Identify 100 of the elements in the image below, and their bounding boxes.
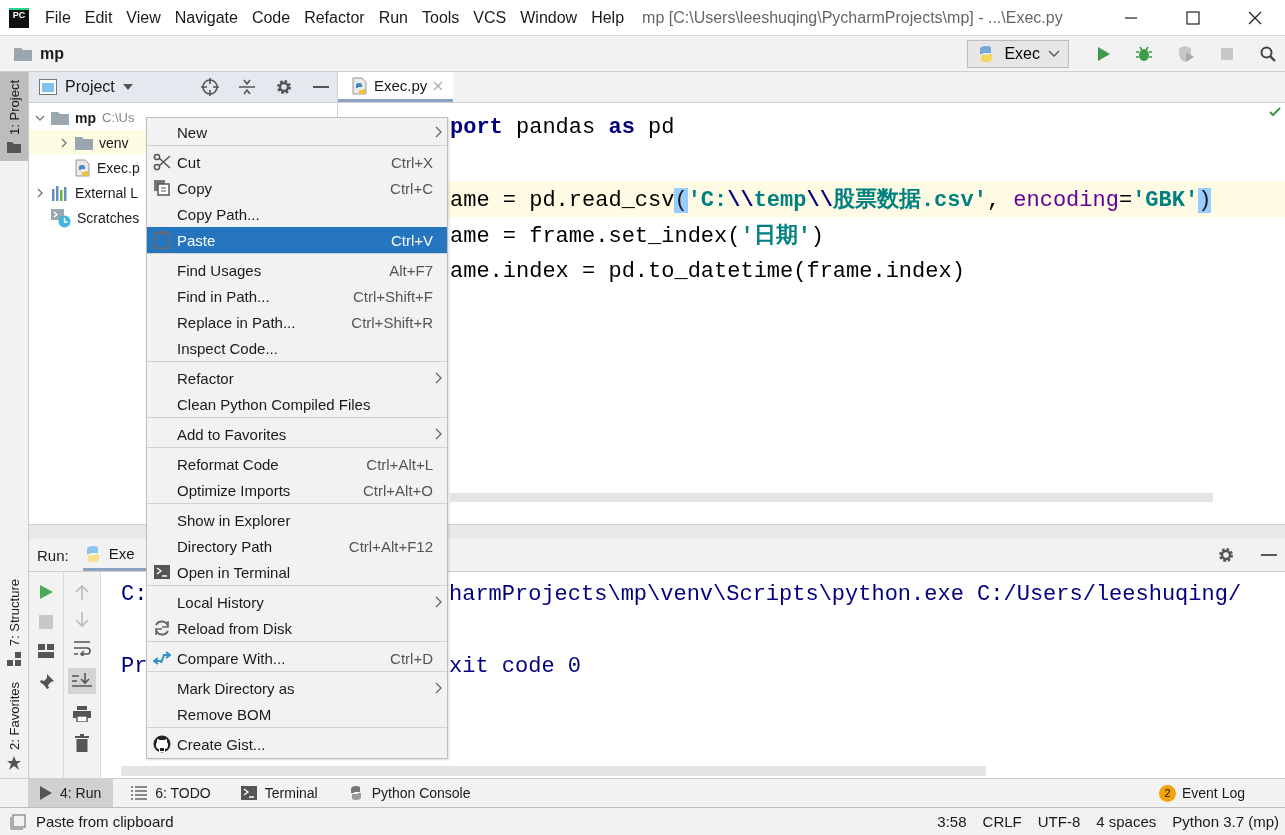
trash-icon[interactable] xyxy=(75,734,89,752)
close-icon[interactable] xyxy=(1247,9,1263,26)
status-item[interactable]: CRLF xyxy=(982,813,1022,830)
notification-badge: 2 xyxy=(1158,784,1176,802)
python-file-icon xyxy=(352,76,368,95)
terminal-icon xyxy=(240,786,257,800)
menu-item[interactable]: Find Usages Alt+F7 xyxy=(147,257,447,283)
check-icon xyxy=(1269,107,1281,117)
menu-item[interactable]: Navigate xyxy=(174,8,238,27)
status-item[interactable]: UTF-8 xyxy=(1037,813,1081,830)
star-icon xyxy=(7,756,21,770)
app-logo: PC xyxy=(9,7,29,28)
minimize-icon[interactable] xyxy=(313,85,329,89)
status-item[interactable]: 3:58 xyxy=(937,813,967,830)
folder-icon xyxy=(14,46,32,61)
chevron-icon[interactable] xyxy=(35,187,45,198)
menu-item[interactable]: Code xyxy=(251,8,291,27)
console-text: C: xyxy=(121,581,148,607)
menu-item[interactable]: Run xyxy=(378,8,408,27)
run-label: Run: xyxy=(37,546,69,564)
console-text: xit code 0 xyxy=(449,653,582,679)
menu-item[interactable]: New xyxy=(147,119,447,145)
collapse-icon[interactable] xyxy=(239,79,255,95)
run-icon[interactable] xyxy=(1095,45,1111,62)
event-log-button[interactable]: Event Log xyxy=(1181,785,1245,801)
scrollbar[interactable] xyxy=(450,493,1213,502)
status-item[interactable]: Python 3.7 (mp) xyxy=(1172,813,1279,830)
tree-item[interactable]: mp xyxy=(75,109,96,126)
settings-icon[interactable] xyxy=(275,78,293,96)
search-icon[interactable] xyxy=(1259,44,1277,63)
list-icon xyxy=(131,786,148,800)
minimize-icon[interactable] xyxy=(1261,553,1277,557)
rerun-icon[interactable] xyxy=(38,584,54,600)
run-config-dropdown[interactable]: Exec xyxy=(967,39,1069,68)
reload-icon xyxy=(153,619,171,637)
menu-item[interactable]: Copy Path... xyxy=(147,201,447,227)
menu-item[interactable]: View xyxy=(126,8,161,27)
editor-tab[interactable]: Exec.py xyxy=(338,72,454,102)
structure-icon xyxy=(7,652,21,667)
menu-item[interactable]: Edit xyxy=(84,8,113,27)
menu-item[interactable]: Reformat Code Ctrl+Alt+L xyxy=(147,451,447,477)
tree-item[interactable]: External L xyxy=(75,184,139,201)
tool-window-tab[interactable]: 7: Structure xyxy=(0,570,28,675)
tool-window-tab[interactable]: 1: Project xyxy=(0,72,28,161)
menu-item[interactable]: Window xyxy=(520,8,578,27)
python-file-icon xyxy=(75,158,91,177)
menu-item[interactable]: Optimize Imports Ctrl+Alt+O xyxy=(147,477,447,503)
tool-window-tab[interactable]: Terminal xyxy=(228,779,330,807)
tool-window-tab[interactable]: 4: Run xyxy=(28,779,114,807)
menu-item[interactable]: Create Gist... xyxy=(147,731,447,757)
compare-icon xyxy=(153,649,171,667)
panel-title[interactable]: Project xyxy=(65,78,115,96)
chevron-icon[interactable] xyxy=(59,137,69,148)
menu-item[interactable]: Inspect Code... xyxy=(147,335,447,361)
folder-icon xyxy=(75,135,93,150)
pin-icon[interactable] xyxy=(37,673,55,691)
folder-path: C:\Us xyxy=(102,110,135,125)
tree-item[interactable]: Exec.p xyxy=(97,159,140,176)
scrollbar[interactable] xyxy=(121,766,986,776)
menu-item[interactable]: Reload from Disk xyxy=(147,615,447,641)
menu-item[interactable]: Show in Explorer xyxy=(147,507,447,533)
menu-item[interactable]: File xyxy=(45,8,71,27)
menu-item[interactable]: Refactor xyxy=(304,8,365,27)
menu-item[interactable]: Mark Directory as xyxy=(147,675,447,701)
caret-icon[interactable] xyxy=(122,84,133,90)
scroll-to-end-icon[interactable] xyxy=(68,668,96,694)
tool-window-tab[interactable]: 2: Favorites xyxy=(0,674,28,778)
settings-icon[interactable] xyxy=(1217,546,1235,564)
play-icon xyxy=(40,786,52,800)
menu-item[interactable]: Help xyxy=(591,8,625,27)
status-message: Paste from clipboard xyxy=(36,813,174,830)
status-item[interactable]: 4 spaces xyxy=(1096,813,1157,830)
tree-item[interactable]: venv xyxy=(99,134,129,151)
folder-icon xyxy=(7,140,21,153)
wrap-icon[interactable] xyxy=(73,640,91,656)
menu-item[interactable]: Find in Path... Ctrl+Shift+F xyxy=(147,283,447,309)
menu-item[interactable]: Refactor xyxy=(147,365,447,391)
menu-item[interactable]: Replace in Path... Ctrl+Shift+R xyxy=(147,309,447,335)
menu-item[interactable]: Cut Ctrl+X xyxy=(147,149,447,175)
menu-item[interactable]: Compare With... Ctrl+D xyxy=(147,645,447,671)
status-icon xyxy=(10,813,26,830)
menu-item[interactable]: Tools xyxy=(422,8,460,27)
breadcrumb[interactable]: mp xyxy=(40,44,64,63)
layout-icon[interactable] xyxy=(38,644,54,658)
menu-item[interactable]: Local History xyxy=(147,589,447,615)
menu-item[interactable]: Copy Ctrl+C xyxy=(147,175,447,201)
menu-item[interactable]: Remove BOM xyxy=(147,701,447,727)
tool-window-tab[interactable]: Python Console xyxy=(335,779,483,807)
tree-item[interactable]: Scratches xyxy=(77,209,140,226)
maximize-icon[interactable] xyxy=(1185,9,1201,26)
tool-window-tab[interactable]: 6: TODO xyxy=(119,779,223,807)
menu-item[interactable]: Add to Favorites xyxy=(147,421,447,447)
code-line: ame = pd.read_csv('C:\\temp\\股票数据.csv', encoding='GBK') xyxy=(450,187,1212,214)
target-icon[interactable] xyxy=(201,78,219,96)
chevron-icon xyxy=(435,428,442,440)
print-icon[interactable] xyxy=(73,706,91,722)
menu-item[interactable]: Clean Python Compiled Files xyxy=(147,391,447,417)
debug-icon[interactable] xyxy=(1135,44,1153,63)
menu-item[interactable]: Paste Ctrl+V xyxy=(147,227,447,253)
menu-item[interactable]: VCS xyxy=(473,8,507,27)
